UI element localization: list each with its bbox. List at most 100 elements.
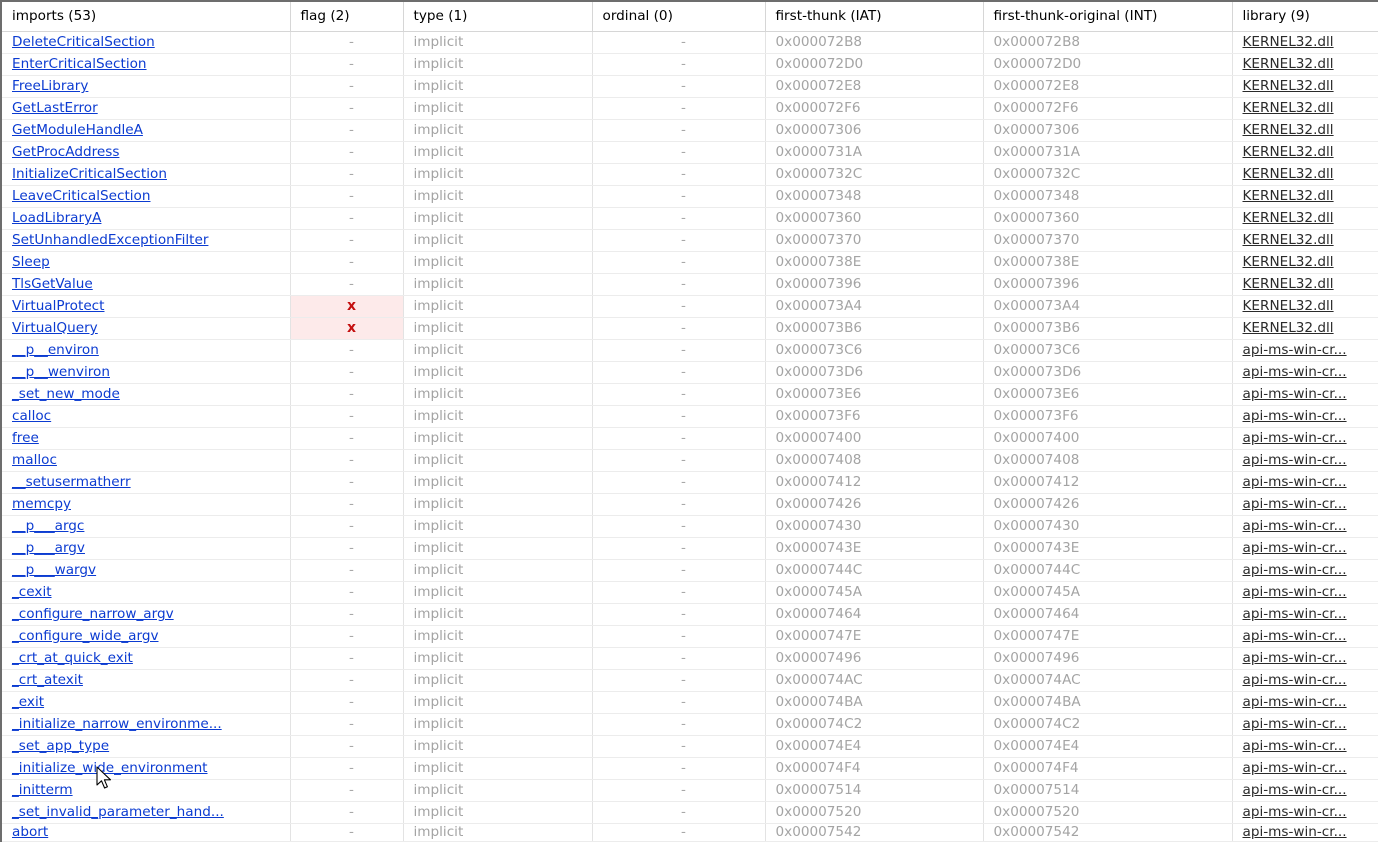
import-name-link[interactable]: SetUnhandledExceptionFilter [12, 232, 208, 248]
import-name-link[interactable]: calloc [12, 408, 51, 424]
table-row[interactable]: DeleteCriticalSection - implicit -0x000072B… [2, 31, 1378, 54]
table-row[interactable]: Sleep - implicit -0x0000738E 0x0000738E KERNE… [2, 251, 1378, 274]
library-link[interactable]: api-ms-win-cr... [1243, 342, 1347, 358]
table-row[interactable]: __p___wargv - implicit -0x0000744C 0x0000744… [2, 559, 1378, 582]
import-name-link[interactable]: _exit [12, 694, 44, 710]
table-row[interactable]: _initialize_narrow_environme... - implicit… [2, 713, 1378, 736]
import-name-link[interactable]: GetLastError [12, 100, 98, 116]
table-row[interactable]: GetProcAddress - implicit -0x0000731A 0x0000… [2, 141, 1378, 164]
import-name-link[interactable]: GetModuleHandleA [12, 122, 143, 138]
table-row[interactable]: _configure_narrow_argv - implicit -0x000074… [2, 603, 1378, 626]
library-link[interactable]: KERNEL32.dll [1243, 122, 1334, 138]
import-name-link[interactable]: FreeLibrary [12, 78, 88, 94]
library-link[interactable]: api-ms-win-cr... [1243, 738, 1347, 754]
table-row[interactable]: memcpy - implicit -0x00007426 0x00007426 api-… [2, 493, 1378, 516]
table-row[interactable]: _cexit - implicit -0x0000745A 0x0000745A api-… [2, 581, 1378, 604]
library-link[interactable]: api-ms-win-cr... [1243, 386, 1347, 402]
library-link[interactable]: KERNEL32.dll [1243, 276, 1334, 292]
library-link[interactable]: api-ms-win-cr... [1243, 430, 1347, 446]
import-name-link[interactable]: VirtualProtect [12, 298, 104, 314]
import-name-link[interactable]: __p___argc [12, 518, 84, 534]
column-header-first-thunk-iat[interactable]: first-thunk (IAT) [765, 2, 984, 32]
library-link[interactable]: api-ms-win-cr... [1243, 452, 1347, 468]
library-link[interactable]: api-ms-win-cr... [1243, 672, 1347, 688]
library-link[interactable]: KERNEL32.dll [1243, 188, 1334, 204]
import-name-link[interactable]: TlsGetValue [12, 276, 93, 292]
column-header-flag[interactable]: flag (2) [290, 2, 404, 32]
import-name-link[interactable]: LeaveCriticalSection [12, 188, 151, 204]
library-link[interactable]: KERNEL32.dll [1243, 56, 1334, 72]
table-row[interactable]: _configure_wide_argv - implicit -0x0000747E… [2, 625, 1378, 648]
library-link[interactable]: KERNEL32.dll [1243, 232, 1334, 248]
table-row[interactable]: LoadLibraryA - implicit -0x00007360 0x000073… [2, 207, 1378, 230]
table-row[interactable]: __p__environ - implicit -0x000073C6 0x000073… [2, 339, 1378, 362]
library-link[interactable]: api-ms-win-cr... [1243, 760, 1347, 776]
table-row[interactable]: __p___argv - implicit -0x0000743E 0x0000743E… [2, 537, 1378, 560]
table-row[interactable]: _set_new_mode - implicit -0x000073E6 0x00007… [2, 383, 1378, 406]
import-name-link[interactable]: __p__wenviron [12, 364, 110, 380]
table-row[interactable]: InitializeCriticalSection - implicit -0x000… [2, 163, 1378, 186]
import-name-link[interactable]: _initterm [12, 782, 73, 798]
table-row[interactable]: VirtualQuery x implicit -0x000073B6 0x000073… [2, 317, 1378, 340]
column-header-imports[interactable]: imports (53) [2, 2, 291, 32]
column-header-type[interactable]: type (1) [403, 2, 593, 32]
import-name-link[interactable]: __p___argv [12, 540, 85, 556]
table-row[interactable]: GetLastError - implicit -0x000072F6 0x000072… [2, 97, 1378, 120]
import-name-link[interactable]: __p___wargv [12, 562, 96, 578]
import-name-link[interactable]: LoadLibraryA [12, 210, 101, 226]
library-link[interactable]: KERNEL32.dll [1243, 78, 1334, 94]
import-name-link[interactable]: _crt_at_quick_exit [12, 650, 133, 666]
import-name-link[interactable]: _configure_wide_argv [12, 628, 159, 644]
library-link[interactable]: api-ms-win-cr... [1243, 474, 1347, 490]
table-row[interactable]: __setusermatherr - implicit -0x00007412 0x00… [2, 471, 1378, 494]
table-row[interactable]: FreeLibrary - implicit -0x000072E8 0x000072E… [2, 75, 1378, 98]
library-link[interactable]: api-ms-win-cr... [1243, 650, 1347, 666]
table-row[interactable]: _set_app_type - implicit -0x000074E4 0x00007… [2, 735, 1378, 758]
library-link[interactable]: api-ms-win-cr... [1243, 408, 1347, 424]
library-link[interactable]: api-ms-win-cr... [1243, 694, 1347, 710]
library-link[interactable]: api-ms-win-cr... [1243, 364, 1347, 380]
import-name-link[interactable]: _crt_atexit [12, 672, 83, 688]
import-name-link[interactable]: _set_invalid_parameter_hand... [12, 804, 224, 820]
table-row[interactable]: free - implicit -0x00007400 0x00007400 api-ms… [2, 427, 1378, 450]
library-link[interactable]: api-ms-win-cr... [1243, 518, 1347, 534]
import-name-link[interactable]: free [12, 430, 39, 446]
table-row[interactable]: _initterm - implicit -0x00007514 0x00007514 a… [2, 779, 1378, 802]
import-name-link[interactable]: __p__environ [12, 342, 99, 358]
import-name-link[interactable]: __setusermatherr [12, 474, 131, 490]
table-row[interactable]: _crt_at_quick_exit - implicit -0x00007496 0x… [2, 647, 1378, 670]
library-link[interactable]: api-ms-win-cr... [1243, 824, 1347, 840]
import-name-link[interactable]: InitializeCriticalSection [12, 166, 167, 182]
table-row[interactable]: EnterCriticalSection - implicit -0x000072D0… [2, 53, 1378, 76]
table-row[interactable]: TlsGetValue - implicit -0x00007396 0x0000739… [2, 273, 1378, 296]
library-link[interactable]: KERNEL32.dll [1243, 34, 1334, 50]
library-link[interactable]: api-ms-win-cr... [1243, 562, 1347, 578]
table-row[interactable]: _exit - implicit -0x000074BA 0x000074BA api-m… [2, 691, 1378, 714]
import-name-link[interactable]: Sleep [12, 254, 50, 270]
column-header-first-thunk-int[interactable]: first-thunk-original (INT) [983, 2, 1233, 32]
table-row[interactable]: VirtualProtect x implicit -0x000073A4 0x0000… [2, 295, 1378, 318]
library-link[interactable]: KERNEL32.dll [1243, 254, 1334, 270]
import-name-link[interactable]: _set_new_mode [12, 386, 120, 402]
table-row[interactable]: LeaveCriticalSection - implicit -0x00007348… [2, 185, 1378, 208]
library-link[interactable]: api-ms-win-cr... [1243, 782, 1347, 798]
library-link[interactable]: api-ms-win-cr... [1243, 540, 1347, 556]
import-name-link[interactable]: VirtualQuery [12, 320, 98, 336]
library-link[interactable]: api-ms-win-cr... [1243, 716, 1347, 732]
import-name-link[interactable]: _configure_narrow_argv [12, 606, 174, 622]
column-header-library[interactable]: library (9) [1232, 2, 1378, 32]
library-link[interactable]: KERNEL32.dll [1243, 298, 1334, 314]
library-link[interactable]: api-ms-win-cr... [1243, 606, 1347, 622]
library-link[interactable]: KERNEL32.dll [1243, 210, 1334, 226]
import-name-link[interactable]: GetProcAddress [12, 144, 119, 160]
table-row[interactable]: GetModuleHandleA - implicit -0x00007306 0x00… [2, 119, 1378, 142]
table-row[interactable]: __p___argc - implicit -0x00007430 0x00007430… [2, 515, 1378, 538]
import-name-link[interactable]: _cexit [12, 584, 52, 600]
library-link[interactable]: KERNEL32.dll [1243, 320, 1334, 336]
table-row[interactable]: SetUnhandledExceptionFilter - implicit -0x0… [2, 229, 1378, 252]
import-name-link[interactable]: malloc [12, 452, 57, 468]
table-row[interactable]: _set_invalid_parameter_hand... - implicit -… [2, 801, 1378, 824]
table-row[interactable]: __p__wenviron - implicit -0x000073D6 0x00007… [2, 361, 1378, 384]
table-row[interactable]: calloc - implicit -0x000073F6 0x000073F6 api-… [2, 405, 1378, 428]
library-link[interactable]: api-ms-win-cr... [1243, 496, 1347, 512]
